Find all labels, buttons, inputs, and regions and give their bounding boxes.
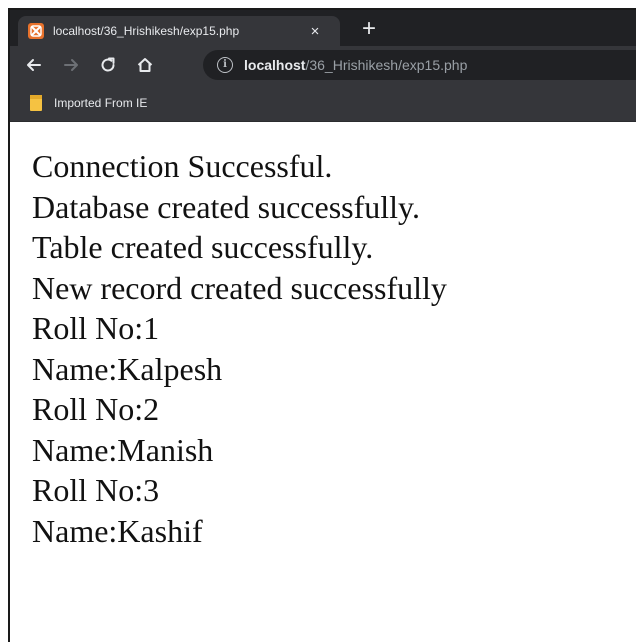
folder-icon xyxy=(30,94,42,111)
tab-title: localhost/36_Hrishikesh/exp15.php xyxy=(53,24,240,38)
address-bar[interactable]: i localhost/36_Hrishikesh/exp15.php xyxy=(203,50,636,80)
browser-window: localhost/36_Hrishikesh/exp15.php × + i … xyxy=(8,8,636,642)
output-line-connection: Connection Successful. xyxy=(32,148,333,184)
output-line-name-2: Name:Manish xyxy=(32,431,214,468)
output-line-record: New record created successfully xyxy=(32,269,447,306)
output-line-roll-3: Roll No:3 xyxy=(32,472,160,508)
info-icon[interactable]: i xyxy=(217,57,233,73)
forward-button[interactable] xyxy=(57,51,85,79)
output-line-name-3: Name:Kashif xyxy=(32,512,203,549)
bookmark-imported-from-ie[interactable]: Imported From IE xyxy=(54,96,147,110)
output-line-database: Database created successfully. xyxy=(32,188,420,225)
tab-strip: localhost/36_Hrishikesh/exp15.php × + xyxy=(10,10,636,46)
home-button[interactable] xyxy=(131,51,159,79)
page-content: Connection Successful. Database created … xyxy=(10,122,636,551)
tab-exp15[interactable]: localhost/36_Hrishikesh/exp15.php × xyxy=(18,16,340,46)
url-path: /36_Hrishikesh/exp15.php xyxy=(305,57,468,73)
arrow-left-icon xyxy=(27,59,41,71)
home-icon xyxy=(137,58,153,72)
bookmarks-bar: Imported From IE xyxy=(10,84,636,122)
reload-button[interactable] xyxy=(94,51,122,79)
output-line-roll-1: Roll No:1 xyxy=(32,310,160,346)
browser-toolbar: i localhost/36_Hrishikesh/exp15.php xyxy=(10,46,636,84)
back-button[interactable] xyxy=(20,51,48,79)
reload-icon xyxy=(101,57,115,72)
output-line-roll-2: Roll No:2 xyxy=(32,391,160,427)
url-text: localhost/36_Hrishikesh/exp15.php xyxy=(244,57,467,73)
output-line-table: Table created successfully. xyxy=(32,229,374,265)
arrow-right-icon xyxy=(64,59,78,71)
url-host: localhost xyxy=(244,57,306,73)
output-line-name-1: Name:Kalpesh xyxy=(32,350,223,387)
new-tab-button[interactable]: + xyxy=(355,16,383,44)
close-tab-icon[interactable]: × xyxy=(307,24,323,39)
xampp-icon xyxy=(28,23,44,39)
